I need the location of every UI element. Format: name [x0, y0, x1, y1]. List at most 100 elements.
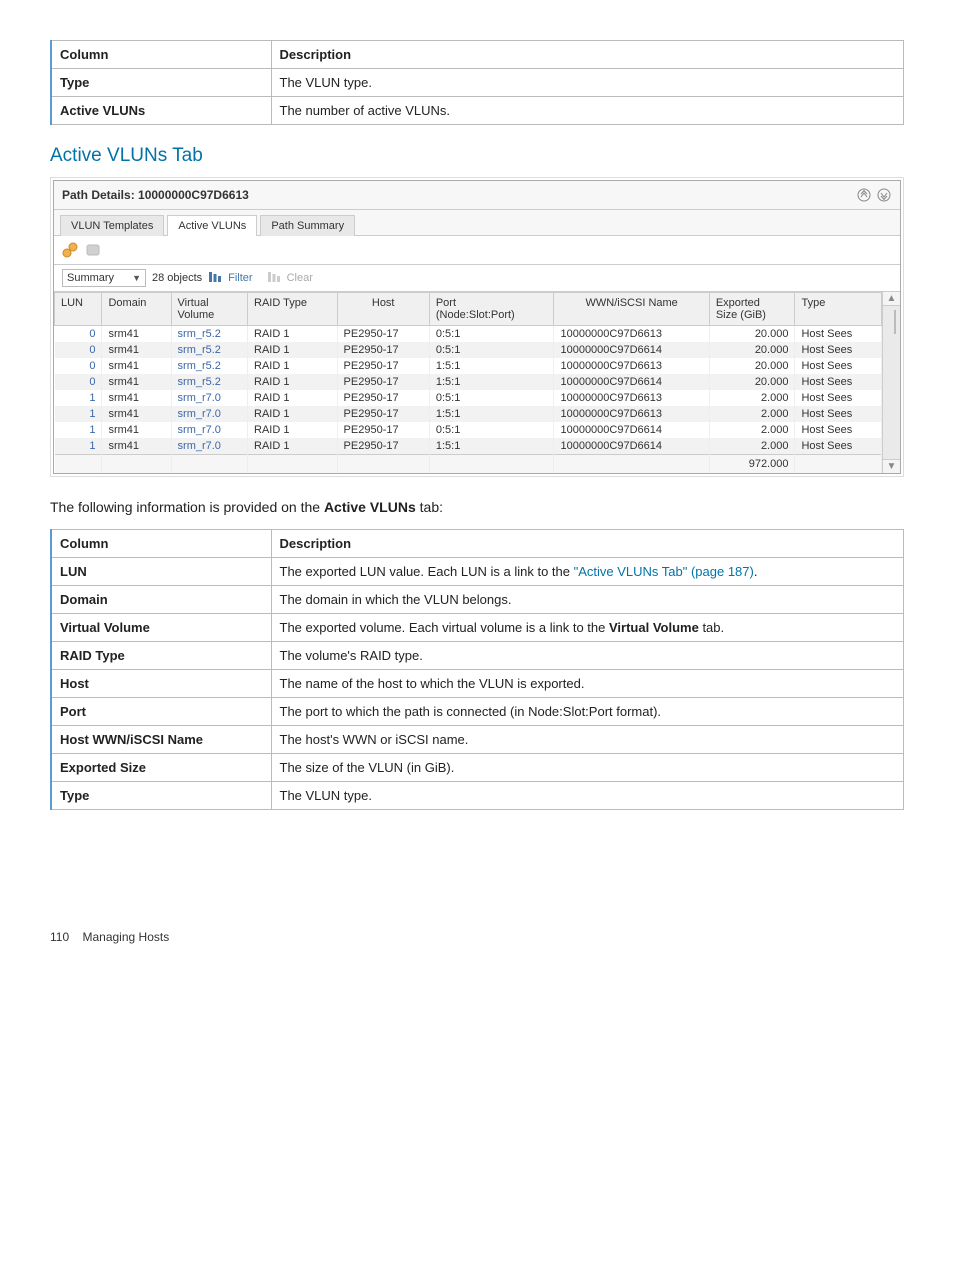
page-footer: 110 Managing Hosts: [50, 930, 904, 944]
cell-size: 20.000: [709, 374, 795, 390]
bottom-desc-table: Column Description LUNThe exported LUN v…: [50, 529, 904, 810]
col-desc: The number of active VLUNs.: [271, 97, 904, 125]
col-vv[interactable]: Virtual Volume: [171, 293, 248, 326]
bold-term: Virtual Volume: [609, 620, 699, 635]
cell-vv[interactable]: srm_r5.2: [171, 326, 248, 343]
section-heading: Active VLUNs Tab: [50, 145, 904, 167]
collapse-down-icon[interactable]: [876, 187, 892, 203]
tab-path-summary[interactable]: Path Summary: [260, 215, 355, 236]
col-domain[interactable]: Domain: [102, 293, 171, 326]
cell-vv[interactable]: srm_r7.0: [171, 422, 248, 438]
cell-type: Host Sees: [795, 422, 882, 438]
clear-link[interactable]: Clear: [287, 272, 313, 284]
cell-type: Host Sees: [795, 358, 882, 374]
col-header: Column: [51, 530, 271, 558]
grid-total-size: 972.000: [709, 455, 795, 474]
summary-dropdown[interactable]: Summary ▼: [62, 269, 146, 287]
filter-link[interactable]: Filter: [228, 272, 252, 284]
grid-footer-row: 972.000: [55, 455, 882, 474]
cell-type: Host Sees: [795, 342, 882, 358]
table-row: DomainThe domain in which the VLUN belon…: [51, 586, 904, 614]
cell-lun[interactable]: 0: [55, 342, 102, 358]
cell-vv[interactable]: srm_r5.2: [171, 374, 248, 390]
cell-raid: RAID 1: [248, 374, 338, 390]
table-row[interactable]: 0srm41srm_r5.2RAID 1PE2950-170:5:1100000…: [55, 342, 882, 358]
table-row: HostThe name of the host to which the VL…: [51, 670, 904, 698]
cell-port: 0:5:1: [429, 422, 554, 438]
col-name: RAID Type: [51, 642, 271, 670]
cell-vv[interactable]: srm_r5.2: [171, 342, 248, 358]
cell-port: 1:5:1: [429, 358, 554, 374]
table-row[interactable]: 0srm41srm_r5.2RAID 1PE2950-170:5:1100000…: [55, 326, 882, 343]
panel-toolbar: [54, 236, 900, 265]
table-row[interactable]: 1srm41srm_r7.0RAID 1PE2950-170:5:1100000…: [55, 422, 882, 438]
toolbar-action-icon[interactable]: [62, 242, 78, 258]
cell-size: 20.000: [709, 326, 795, 343]
table-row[interactable]: 1srm41srm_r7.0RAID 1PE2950-170:5:1100000…: [55, 390, 882, 406]
cell-size: 2.000: [709, 390, 795, 406]
col-size[interactable]: Exported Size (GiB): [709, 293, 795, 326]
cell-domain: srm41: [102, 342, 171, 358]
cell-domain: srm41: [102, 358, 171, 374]
table-row[interactable]: 1srm41srm_r7.0RAID 1PE2950-171:5:1100000…: [55, 438, 882, 455]
scroll-down-icon[interactable]: ▼: [883, 459, 900, 473]
cell-raid: RAID 1: [248, 390, 338, 406]
col-name: Host: [51, 670, 271, 698]
panel-tabbar: VLUN Templates Active VLUNs Path Summary: [54, 210, 900, 236]
col-name: Exported Size: [51, 754, 271, 782]
filter-icon[interactable]: [208, 271, 222, 286]
tab-vlun-templates[interactable]: VLUN Templates: [60, 215, 164, 236]
clear-icon[interactable]: [267, 271, 281, 286]
cell-vv[interactable]: srm_r7.0: [171, 438, 248, 455]
cell-raid: RAID 1: [248, 438, 338, 455]
col-host[interactable]: Host: [337, 293, 429, 326]
collapse-up-icon[interactable]: [856, 187, 872, 203]
active-vluns-grid: LUN Domain Virtual Volume RAID Type Host…: [54, 292, 882, 473]
chevron-down-icon: ▼: [132, 273, 141, 283]
scroll-thumb[interactable]: [894, 310, 896, 334]
intro-text: The following information is provided on…: [50, 499, 904, 515]
col-name: Port: [51, 698, 271, 726]
grid-area: LUN Domain Virtual Volume RAID Type Host…: [54, 292, 900, 473]
cell-vv[interactable]: srm_r7.0: [171, 390, 248, 406]
cell-lun[interactable]: 0: [55, 358, 102, 374]
tab-active-vluns[interactable]: Active VLUNs: [167, 215, 257, 236]
cell-lun[interactable]: 0: [55, 326, 102, 343]
cell-size: 2.000: [709, 406, 795, 422]
cell-size: 2.000: [709, 422, 795, 438]
cell-lun[interactable]: 1: [55, 406, 102, 422]
scroll-up-icon[interactable]: ▲: [883, 292, 900, 306]
table-row: PortThe port to which the path is connec…: [51, 698, 904, 726]
cell-wwn: 10000000C97D6613: [554, 390, 709, 406]
cell-wwn: 10000000C97D6614: [554, 438, 709, 455]
col-port[interactable]: Port (Node:Slot:Port): [429, 293, 554, 326]
cell-domain: srm41: [102, 422, 171, 438]
cell-host: PE2950-17: [337, 422, 429, 438]
col-desc: The port to which the path is connected …: [271, 698, 904, 726]
table-row[interactable]: 0srm41srm_r5.2RAID 1PE2950-171:5:1100000…: [55, 358, 882, 374]
col-raid[interactable]: RAID Type: [248, 293, 338, 326]
table-row[interactable]: 0srm41srm_r5.2RAID 1PE2950-171:5:1100000…: [55, 374, 882, 390]
col-desc: The exported volume. Each virtual volume…: [271, 614, 904, 642]
cell-lun[interactable]: 1: [55, 390, 102, 406]
summary-dropdown-value: Summary: [67, 272, 114, 284]
table-row: Virtual VolumeThe exported volume. Each …: [51, 614, 904, 642]
vertical-scrollbar[interactable]: ▲ ▼: [882, 292, 900, 473]
table-row[interactable]: 1srm41srm_r7.0RAID 1PE2950-171:5:1100000…: [55, 406, 882, 422]
cell-vv[interactable]: srm_r7.0: [171, 406, 248, 422]
cell-wwn: 10000000C97D6613: [554, 406, 709, 422]
cell-lun[interactable]: 1: [55, 422, 102, 438]
cell-vv[interactable]: srm_r5.2: [171, 358, 248, 374]
cell-port: 0:5:1: [429, 342, 554, 358]
cell-lun[interactable]: 1: [55, 438, 102, 455]
intro-pre: The following information is provided on…: [50, 499, 324, 515]
table-row: Exported SizeThe size of the VLUN (in Gi…: [51, 754, 904, 782]
cell-size: 20.000: [709, 342, 795, 358]
col-wwn[interactable]: WWN/iSCSI Name: [554, 293, 709, 326]
cell-lun[interactable]: 0: [55, 374, 102, 390]
col-lun[interactable]: LUN: [55, 293, 102, 326]
cell-wwn: 10000000C97D6613: [554, 326, 709, 343]
cross-ref-link[interactable]: "Active VLUNs Tab" (page 187): [574, 564, 754, 579]
col-type[interactable]: Type: [795, 293, 882, 326]
footer-title: Managing Hosts: [82, 930, 169, 944]
